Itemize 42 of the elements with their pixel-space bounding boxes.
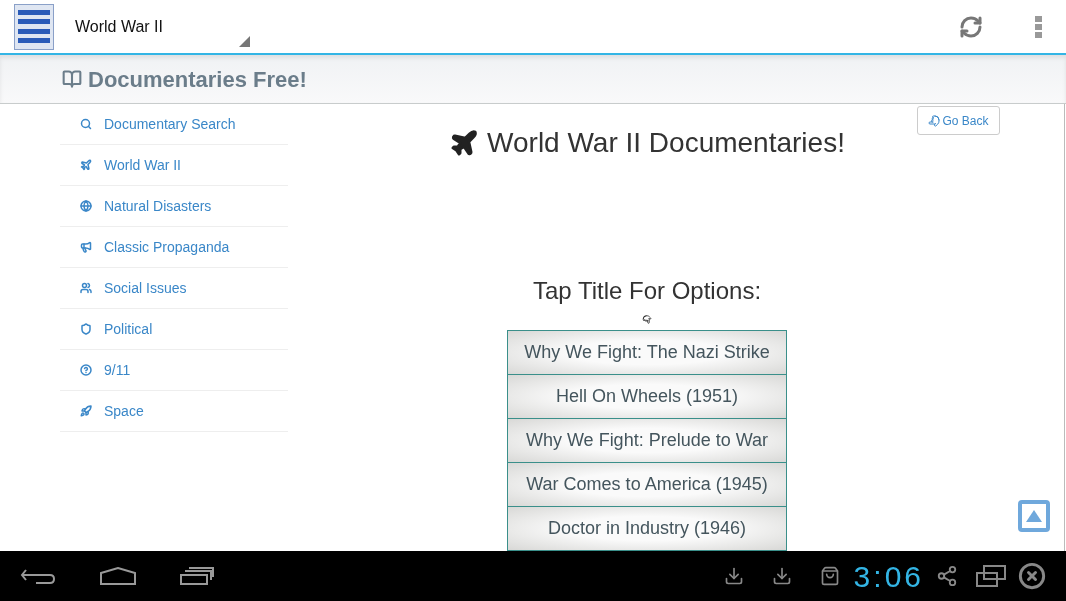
- recent-apps-icon[interactable]: [180, 567, 214, 585]
- refresh-icon[interactable]: [959, 14, 983, 39]
- book-icon: [62, 69, 82, 89]
- sidebar-item[interactable]: Space: [60, 391, 288, 432]
- instruction-text: Tap Title For Options:: [532, 276, 762, 306]
- shopping-bag-icon: [819, 566, 840, 586]
- search-icon: [80, 118, 92, 130]
- download-icon: [723, 566, 744, 586]
- plane-icon: [449, 128, 480, 158]
- globe-icon: [80, 200, 92, 212]
- shield-icon: [80, 323, 92, 335]
- back-arrow-icon[interactable]: [20, 567, 56, 585]
- sidebar-item[interactable]: World War II: [60, 145, 288, 186]
- sidebar-item[interactable]: Social Issues: [60, 268, 288, 309]
- dropdown-corner-icon: [239, 35, 250, 47]
- spinner-dropdown[interactable]: World War II: [75, 2, 250, 51]
- documentary-title-button[interactable]: Why We Fight: The Nazi Strike: [507, 330, 787, 375]
- question-icon: [80, 364, 92, 376]
- rocket-icon: [80, 405, 92, 417]
- overflow-menu-icon[interactable]: [1035, 15, 1042, 38]
- sidebar-item[interactable]: Natural Disasters: [60, 186, 288, 227]
- documentary-title-button[interactable]: War Comes to America (1945): [507, 462, 787, 507]
- documentary-title-button[interactable]: Why We Fight: Prelude to War: [507, 418, 787, 463]
- sidebar-item[interactable]: Documentary Search: [60, 104, 288, 145]
- megaphone-icon: [80, 241, 92, 253]
- go-back-button[interactable]: Go Back: [917, 106, 1000, 135]
- people-icon: [80, 282, 92, 294]
- triangle-up-icon: [1026, 510, 1042, 522]
- download-icon: [771, 566, 792, 586]
- clock-time: 3:06: [853, 558, 924, 595]
- sidebar-item[interactable]: Political: [60, 309, 288, 350]
- page-heading: World War II Documentaries!: [487, 126, 845, 160]
- close-icon[interactable]: [1018, 562, 1046, 590]
- sidebar-item[interactable]: 9/11: [60, 350, 288, 391]
- home-icon[interactable]: [100, 567, 136, 585]
- app-title: Documentaries Free!: [88, 65, 307, 94]
- documentary-title-button[interactable]: Hell On Wheels (1951): [507, 374, 787, 419]
- share-icon: [936, 565, 958, 587]
- plane-icon: [80, 159, 92, 171]
- windows-icon: [976, 565, 1006, 587]
- documentary-title-button[interactable]: Doctor in Industry (1946): [507, 506, 787, 551]
- sidebar-item[interactable]: Classic Propaganda: [60, 227, 288, 268]
